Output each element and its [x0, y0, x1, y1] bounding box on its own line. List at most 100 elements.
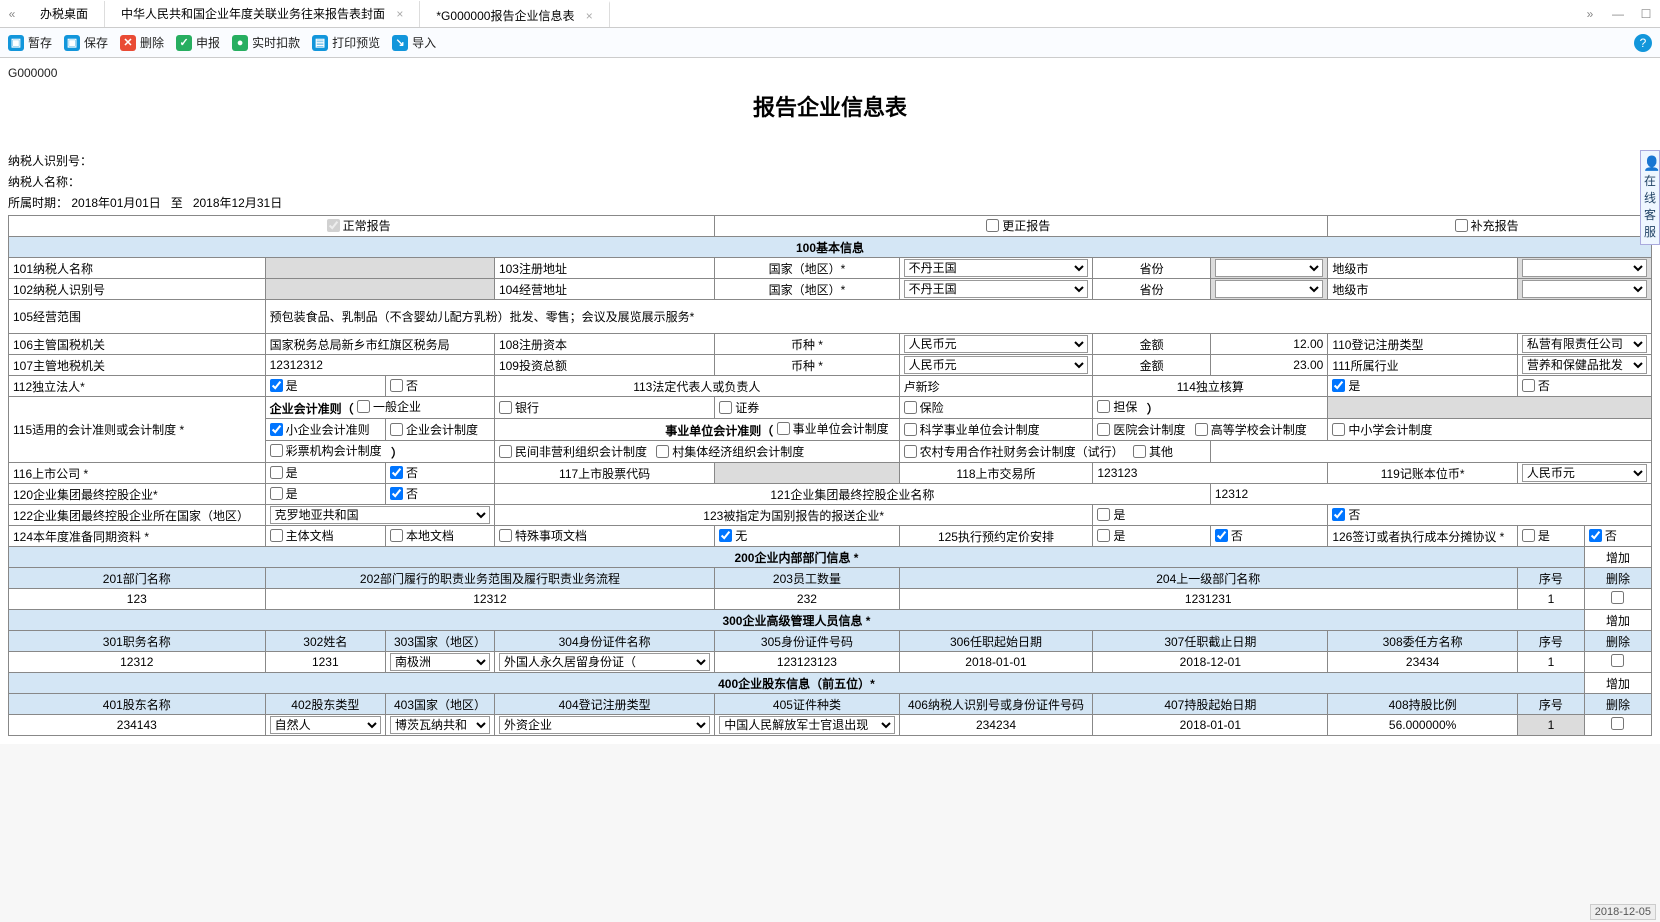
del-300-checkbox[interactable] [1611, 654, 1624, 667]
label-amount: 金额 [1093, 334, 1210, 355]
cb-a4[interactable]: 保险 [904, 399, 944, 416]
value-105[interactable]: 预包装食品、乳制品（不含婴幼儿配方乳粉）批发、零售；会议及展览展示服务* [265, 300, 1651, 334]
add-200-button[interactable]: 增加 [1584, 547, 1651, 568]
cb-a6[interactable]: 小企业会计准则 [270, 421, 370, 438]
cb-116-no[interactable]: 否 [390, 464, 418, 481]
tab-g000000[interactable]: *G000000报告企业信息表 × [420, 1, 609, 27]
input-102[interactable] [265, 279, 494, 300]
chevron-icon[interactable]: » [1576, 1, 1604, 27]
del-200-checkbox[interactable] [1611, 591, 1624, 604]
select-104-city[interactable] [1522, 280, 1647, 298]
cb-112-yes[interactable]: 是 [270, 377, 298, 394]
label-101: 101纳税人名称 [9, 258, 266, 279]
select-303[interactable]: 南极洲 [390, 653, 490, 671]
cb-a7[interactable]: 企业会计制度 [390, 421, 478, 438]
cb-123-no[interactable]: 否 [1332, 506, 1360, 523]
pause-button[interactable]: ▣暂存 [8, 34, 52, 51]
value-118[interactable]: 123123 [1093, 463, 1328, 484]
select-403[interactable]: 博茨瓦纳共和 [390, 716, 490, 734]
cb-a9[interactable]: 科学事业单位会计制度 [904, 421, 1040, 438]
help-icon[interactable]: ? [1634, 34, 1652, 52]
delete-button[interactable]: ✕删除 [120, 34, 164, 51]
cb-126-yes[interactable]: 是 [1522, 527, 1550, 544]
tab-cover[interactable]: 中华人民共和国企业年度关联业务往来报告表封面 × [105, 1, 420, 27]
select-119[interactable]: 人民币元 [1522, 464, 1647, 482]
label-112: 112独立法人* [9, 376, 266, 397]
cb-a17[interactable]: 其他 [1133, 443, 1173, 460]
label-amount2: 金额 [1093, 355, 1210, 376]
import-button[interactable]: ↘导入 [392, 34, 436, 51]
value-121[interactable]: 12312 [1210, 484, 1651, 505]
close-icon[interactable]: × [586, 9, 593, 23]
select-405[interactable]: 中国人民解放军士官退出现 [719, 716, 894, 734]
tab-desktop[interactable]: 办税桌面 [24, 1, 105, 27]
online-service-tab[interactable]: 👤 在线 客服 [1640, 150, 1660, 245]
value-108-amount[interactable]: 12.00 [1210, 334, 1327, 355]
cb-a15[interactable]: 村集体经济组织会计制度 [656, 443, 804, 460]
cb-116-yes[interactable]: 是 [270, 464, 298, 481]
close-icon[interactable]: × [396, 7, 403, 21]
print-button[interactable]: ▤打印预览 [312, 34, 380, 51]
col-308: 308委任方名称 [1328, 631, 1518, 652]
toolbar: ▣暂存 ▣保存 ✕删除 ✓申报 ●实时扣款 ▤打印预览 ↘导入 ? [0, 28, 1660, 58]
cb-a8[interactable]: 事业单位会计制度 [777, 420, 889, 437]
col-del-400: 删除 [1584, 694, 1651, 715]
cb-125-no[interactable]: 否 [1215, 527, 1243, 544]
cb-a13[interactable]: 彩票机构会计制度 [270, 442, 382, 459]
value-117[interactable] [715, 463, 899, 484]
add-300-button[interactable]: 增加 [1584, 610, 1651, 631]
select-404[interactable]: 外资企业 [499, 716, 710, 734]
correct-report-checkbox[interactable]: 更正报告 [986, 217, 1050, 234]
cb-125-yes[interactable]: 是 [1097, 527, 1125, 544]
select-109-currency[interactable]: 人民币元 [904, 356, 1089, 374]
cb-a5[interactable]: 担保 [1097, 398, 1137, 415]
value-109-amount[interactable]: 23.00 [1210, 355, 1327, 376]
cb-a14[interactable]: 民间非营利组织会计制度 [499, 443, 647, 460]
value-107[interactable]: 12312312 [265, 355, 494, 376]
select-103-prov[interactable] [1215, 259, 1323, 277]
cb-a12[interactable]: 中小学会计制度 [1332, 421, 1432, 438]
maximize-icon[interactable]: ☐ [1632, 1, 1660, 27]
cb-a16[interactable]: 农村专用合作社财务会计制度（试行） [904, 443, 1124, 460]
cb-a2[interactable]: 银行 [499, 399, 539, 416]
cb-114-no[interactable]: 否 [1522, 377, 1550, 394]
cb-126-no[interactable]: 否 [1589, 527, 1617, 544]
cb-d1[interactable]: 主体文档 [270, 527, 334, 544]
select-402[interactable]: 自然人 [270, 716, 381, 734]
cb-a1[interactable]: 一般企业 [357, 398, 421, 415]
cb-d3[interactable]: 特殊事项文档 [499, 527, 587, 544]
supplement-report-checkbox[interactable]: 补充报告 [1455, 217, 1519, 234]
select-111[interactable]: 营养和保健品批发 [1522, 356, 1647, 374]
del-400-checkbox[interactable] [1611, 717, 1624, 730]
label-124: 124本年度准备同期资料 * [9, 526, 266, 547]
realtime-button[interactable]: ●实时扣款 [232, 34, 300, 51]
minimize-icon[interactable]: — [1604, 1, 1632, 27]
col-402: 402股东类型 [265, 694, 385, 715]
cb-d2[interactable]: 本地文档 [390, 527, 454, 544]
cb-a3[interactable]: 证券 [719, 399, 759, 416]
input-101[interactable] [265, 258, 494, 279]
select-104-prov[interactable] [1215, 280, 1323, 298]
tabs-back-icon[interactable]: « [0, 7, 24, 21]
cb-a10[interactable]: 医院会计制度 [1097, 421, 1185, 438]
cb-120-yes[interactable]: 是 [270, 485, 298, 502]
select-104-country[interactable]: 不丹王国 [904, 280, 1089, 298]
save-button[interactable]: ▣保存 [64, 34, 108, 51]
select-110[interactable]: 私营有限责任公司 [1522, 335, 1647, 353]
cb-d4[interactable]: 无 [719, 527, 747, 544]
table-row: 12312 1231 南极洲 外国人永久居留身份证（ 123123123 201… [9, 652, 1652, 673]
select-103-city[interactable] [1522, 259, 1647, 277]
cb-114-yes[interactable]: 是 [1332, 377, 1360, 394]
add-400-button[interactable]: 增加 [1584, 673, 1651, 694]
cb-a11[interactable]: 高等学校会计制度 [1195, 421, 1307, 438]
col-403: 403国家（地区） [386, 694, 495, 715]
cb-123-yes[interactable]: 是 [1097, 506, 1125, 523]
select-304[interactable]: 外国人永久居留身份证（ [499, 653, 710, 671]
select-122[interactable]: 克罗地亚共和国 [270, 506, 490, 524]
select-108-currency[interactable]: 人民币元 [904, 335, 1089, 353]
cb-112-no[interactable]: 否 [390, 377, 418, 394]
submit-button[interactable]: ✓申报 [176, 34, 220, 51]
select-103-country[interactable]: 不丹王国 [904, 259, 1089, 277]
cb-120-no[interactable]: 否 [390, 485, 418, 502]
normal-report-checkbox[interactable]: 正常报告 [327, 217, 391, 234]
